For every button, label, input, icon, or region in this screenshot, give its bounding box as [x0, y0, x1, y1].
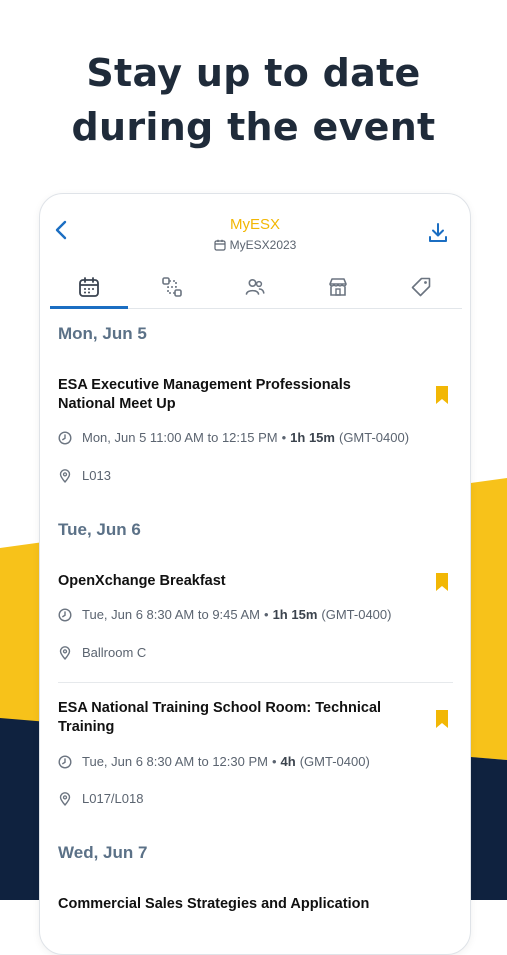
separator: • [271, 754, 277, 769]
app-header: MyESX MyESX2023 [40, 194, 470, 264]
headline-line-1: Stay up to date [86, 51, 421, 95]
tag-icon [411, 277, 431, 297]
clock-icon [58, 754, 72, 769]
event-timezone: (GMT-0400) [321, 607, 392, 622]
day-header: Tue, Jun 6 [58, 520, 141, 539]
event-time-text: Tue, Jun 6 8:30 AM to 9:45 AM [82, 607, 261, 622]
event-location: L017/L018 [58, 791, 143, 806]
event-location: Ballroom C [58, 645, 146, 660]
event-location: L013 [58, 468, 111, 483]
tab-bar [50, 266, 462, 309]
day-header: Wed, Jun 7 [58, 843, 148, 862]
download-icon [429, 223, 447, 242]
event-time-text: Mon, Jun 5 11:00 AM to 12:15 PM [82, 430, 278, 445]
bookmark-icon[interactable] [434, 572, 450, 592]
location-pin-icon [59, 468, 71, 483]
people-icon [245, 278, 265, 295]
clock-icon [58, 607, 72, 622]
event-time: Tue, Jun 6 8:30 AM to 9:45 AM • 1h 15m (… [58, 607, 391, 622]
event-location-text: L013 [82, 468, 111, 483]
event-time-text: Tue, Jun 6 8:30 AM to 12:30 PM [82, 754, 268, 769]
event-duration: 4h [280, 754, 296, 769]
event-title: Commercial Sales Strategies and Applicat… [58, 896, 370, 912]
headline: Stay up to date during the event [0, 46, 507, 154]
event-duration: 1h 15m [272, 607, 318, 622]
tab-exhibitors[interactable] [299, 266, 377, 308]
clock-icon [58, 430, 72, 445]
schedule-path-icon [162, 277, 182, 297]
event-title: ESA National Training School Room: Techn… [58, 700, 382, 735]
tab-people[interactable] [216, 266, 294, 308]
app-title: MyESX [229, 216, 280, 233]
download-button[interactable] [426, 221, 450, 245]
headline-line-2: during the event [71, 105, 436, 149]
calendar-icon [214, 239, 226, 251]
bookmark-icon[interactable] [434, 385, 450, 405]
tab-offers[interactable] [382, 266, 460, 308]
event-code-text: MyESX2023 [229, 238, 297, 252]
event-timezone: (GMT-0400) [338, 430, 410, 445]
day-header: Mon, Jun 5 [58, 324, 147, 343]
phone-screen: MyESX MyESX2023 Mon, Jun 5 ESA Executive… [39, 193, 471, 955]
event-time: Tue, Jun 6 8:30 AM to 12:30 PM • 4h (GMT… [58, 754, 370, 769]
calendar-icon [79, 277, 99, 297]
bookmark-icon[interactable] [434, 709, 450, 729]
event-timezone: (GMT-0400) [299, 754, 370, 769]
event-location-text: Ballroom C [82, 645, 147, 660]
event-title: OpenXchange Breakfast [58, 573, 226, 589]
event-location-text: L017/L018 [82, 791, 144, 806]
separator: • [264, 607, 269, 622]
location-pin-icon [59, 791, 71, 806]
event-title: ESA Executive Management Professionals N… [58, 377, 351, 412]
location-pin-icon [59, 645, 71, 660]
tab-sessions[interactable] [133, 266, 211, 308]
divider [58, 682, 453, 683]
event-time: Mon, Jun 5 11:00 AM to 12:15 PM • 1h 15m… [58, 430, 409, 445]
store-icon [329, 278, 347, 296]
separator: • [281, 430, 287, 445]
event-code: MyESX2023 [40, 238, 470, 252]
tab-schedule[interactable] [50, 266, 128, 309]
event-duration: 1h 15m [290, 430, 335, 445]
